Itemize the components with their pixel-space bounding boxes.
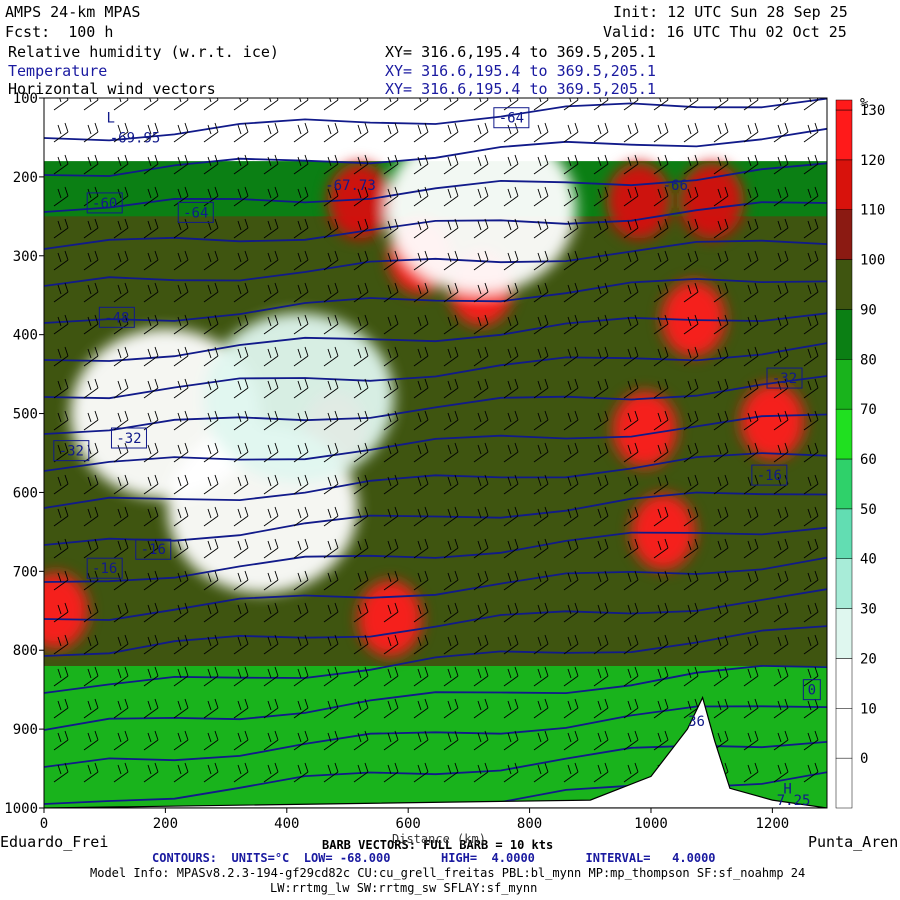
y-tick-label-0: 100 xyxy=(13,91,38,107)
colorbar: 0102030405060708090100110120130% xyxy=(835,96,885,809)
colorbar-swatch-11 xyxy=(835,209,853,260)
isotherm-label-0: -64 xyxy=(499,111,524,127)
colorbar-swatch-5 xyxy=(835,508,853,559)
y-tick-label-7: 800 xyxy=(13,643,38,659)
colorbar-label-6: 60 xyxy=(860,452,877,468)
y-tick-label-6: 700 xyxy=(13,564,38,580)
rh-feature-8 xyxy=(612,391,677,468)
colorbar-label-10: 100 xyxy=(860,253,885,269)
annotation-0: L xyxy=(107,111,115,127)
y-tick-label-2: 300 xyxy=(13,249,38,265)
annotation-6: 36 xyxy=(688,714,705,730)
isotherm-label-4: -32 xyxy=(59,444,84,460)
colorbar-cap xyxy=(835,99,853,111)
annotation-3: -66 xyxy=(663,178,688,194)
y-tick-label-4: 500 xyxy=(13,407,38,423)
colorbar-swatch-9 xyxy=(835,309,853,360)
isotherm-label-9: -16 xyxy=(757,468,782,484)
colorbar-label-0: 0 xyxy=(860,751,868,767)
colorbar-swatch-10 xyxy=(835,259,853,310)
rh-feature-10 xyxy=(44,572,89,649)
model-info-line1: Model Info: MPASv8.2.3-194-gf29cd82c CU:… xyxy=(90,866,806,880)
colorbar-label-5: 50 xyxy=(860,502,877,518)
cross-section-chart: -64 -60 -64 -48 -32 -32 -32 -16 -16 -16 0 L -69.95 -6… xyxy=(4,91,885,832)
isotherm-label-6: -32 xyxy=(772,371,797,387)
colorbar-swatch-3 xyxy=(835,608,853,659)
rh-feature-9 xyxy=(357,580,422,657)
colorbar-swatch-8 xyxy=(835,359,853,410)
right-station: Punta_Aren xyxy=(808,833,899,851)
x-tick-label-4: 800 xyxy=(517,816,542,832)
colorbar-label-3: 30 xyxy=(860,602,877,618)
colorbar-swatch-0 xyxy=(835,757,853,809)
colorbar-swatch-12 xyxy=(835,159,853,210)
isotherm-label-10: 0 xyxy=(808,683,816,699)
isotherm-label-2: -64 xyxy=(183,205,208,221)
left-station: Eduardo_Frei xyxy=(0,833,109,851)
colorbar-label-4: 40 xyxy=(860,552,877,568)
isotherm-label-7: -16 xyxy=(141,542,166,558)
isotherm-label-1: -60 xyxy=(92,196,117,212)
x-tick-label-5: 1000 xyxy=(634,816,668,832)
x-axis-title: Distance (km) xyxy=(392,832,486,846)
colorbar-swatch-4 xyxy=(835,558,853,609)
colorbar-unit: % xyxy=(860,96,869,112)
y-tick-label-9: 1000 xyxy=(4,801,38,817)
x-tick-label-0: 0 xyxy=(40,816,48,832)
y-tick-label-5: 600 xyxy=(13,485,38,501)
isotherm-label-5: -32 xyxy=(116,431,141,447)
annotation-1: -69.95 xyxy=(110,130,161,146)
colorbar-swatch-2 xyxy=(835,658,853,709)
contour-info: CONTOURS: UNITS=°C LOW= -68.000 HIGH= 4.… xyxy=(152,851,716,865)
model-info-line2: LW:rrtmg_lw SW:rrtmg_sw SFLAY:sf_mynn xyxy=(270,881,538,895)
isotherm-label-3: -48 xyxy=(104,310,129,326)
colorbar-label-11: 110 xyxy=(860,203,885,219)
colorbar-label-7: 70 xyxy=(860,402,877,418)
colorbar-label-2: 20 xyxy=(860,651,877,667)
x-tick-label-3: 600 xyxy=(396,816,421,832)
x-tick-label-1: 200 xyxy=(153,816,178,832)
rh-feature-14 xyxy=(386,123,577,294)
colorbar-label-1: 10 xyxy=(860,701,877,717)
annotation-5: 7.25 xyxy=(777,793,811,809)
colorbar-label-12: 120 xyxy=(860,153,885,169)
colorbar-swatch-6 xyxy=(835,458,853,510)
x-tick-label-6: 1200 xyxy=(756,816,790,832)
colorbar-label-8: 80 xyxy=(860,352,877,368)
x-tick-label-2: 400 xyxy=(274,816,299,832)
colorbar-label-9: 90 xyxy=(860,302,877,318)
y-tick-label-3: 400 xyxy=(13,328,38,344)
colorbar-swatch-13 xyxy=(835,109,853,161)
colorbar-swatch-1 xyxy=(835,708,853,759)
isotherm-label-8: -16 xyxy=(92,561,117,577)
colorbar-swatch-7 xyxy=(835,408,853,460)
y-tick-label-8: 900 xyxy=(13,722,38,738)
rh-feature-6 xyxy=(740,383,805,460)
annotation-2: -67.73 xyxy=(325,178,376,194)
y-tick-label-1: 200 xyxy=(13,170,38,186)
